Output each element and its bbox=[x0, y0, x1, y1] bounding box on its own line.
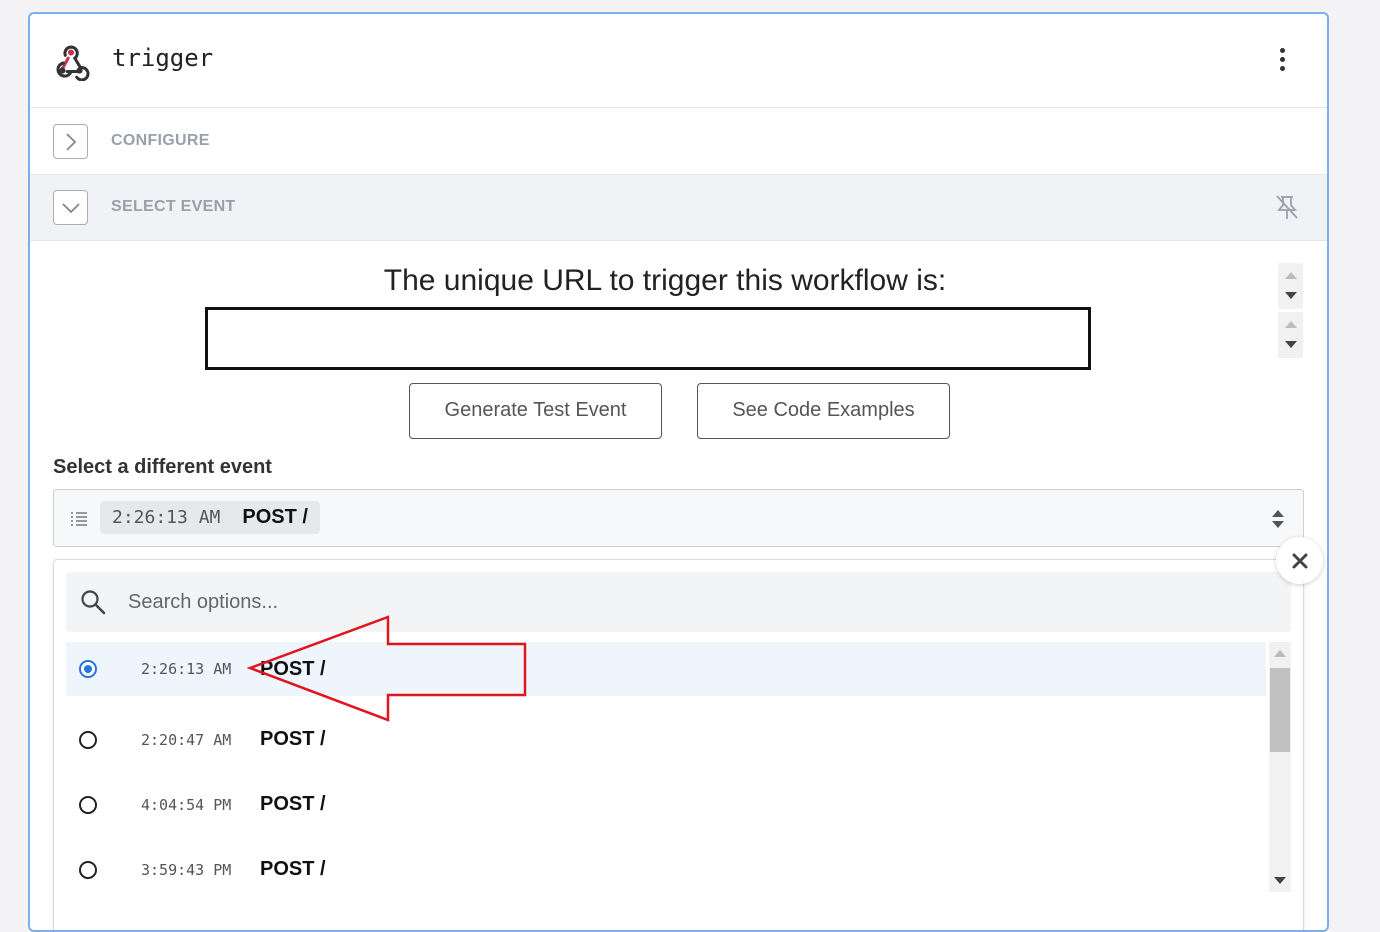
radio-unselected[interactable] bbox=[79, 860, 97, 879]
kebab-menu-icon[interactable] bbox=[1277, 48, 1287, 78]
event-options-dropdown: 2:26:13 AM POST / 2:20:47 AM POST / 4:04… bbox=[53, 559, 1304, 930]
pin-off-icon[interactable] bbox=[1273, 193, 1301, 221]
select-event-label: SELECT EVENT bbox=[111, 198, 236, 215]
option-request: POST / bbox=[260, 858, 326, 880]
webhook-icon bbox=[56, 45, 90, 81]
configure-expand-button[interactable] bbox=[53, 124, 88, 159]
search-input[interactable] bbox=[126, 582, 1266, 622]
url-heading: The unique URL to trigger this workflow … bbox=[383, 264, 947, 297]
configure-section[interactable]: CONFIGURE bbox=[30, 109, 1327, 175]
sort-updown-icon bbox=[1272, 510, 1284, 528]
scroll-spinner-top[interactable] bbox=[1278, 263, 1303, 309]
close-dropdown-button[interactable] bbox=[1276, 537, 1323, 584]
option-item[interactable]: 2:20:47 AM POST / bbox=[66, 707, 1266, 772]
step-header: trigger bbox=[30, 14, 1327, 108]
selected-event-chip: 2:26:13 AM POST / bbox=[100, 501, 320, 534]
scroll-spinner-bottom[interactable] bbox=[1278, 312, 1303, 358]
selected-event-request: POST / bbox=[242, 506, 308, 528]
option-time: 4:04:54 PM bbox=[141, 795, 232, 814]
search-icon bbox=[81, 590, 106, 615]
search-bar bbox=[66, 572, 1291, 632]
select-event-body: The unique URL to trigger this workflow … bbox=[30, 241, 1327, 930]
generate-test-event-button[interactable]: Generate Test Event bbox=[409, 383, 662, 439]
scrollbar-thumb[interactable] bbox=[1270, 668, 1290, 752]
workflow-step-card: trigger CONFIGURE SELECT EVENT The uniqu… bbox=[28, 12, 1329, 932]
configure-label: CONFIGURE bbox=[111, 132, 210, 149]
select-event-section[interactable]: SELECT EVENT bbox=[30, 175, 1327, 241]
chevron-right-icon bbox=[65, 132, 76, 151]
option-request: POST / bbox=[260, 793, 326, 815]
radio-unselected[interactable] bbox=[79, 795, 97, 814]
see-code-examples-button[interactable]: See Code Examples bbox=[697, 383, 950, 439]
select-event-collapse-button[interactable] bbox=[53, 190, 88, 225]
webhook-url-field[interactable] bbox=[205, 307, 1091, 370]
option-time: 2:20:47 AM bbox=[141, 730, 232, 749]
radio-selected[interactable] bbox=[79, 660, 97, 678]
close-icon bbox=[1292, 553, 1307, 568]
select-event-heading: Select a different event bbox=[53, 456, 272, 478]
list-icon bbox=[71, 512, 87, 526]
option-item[interactable]: 3:59:43 PM POST / bbox=[66, 837, 1266, 902]
event-select[interactable]: 2:26:13 AM POST / bbox=[53, 489, 1304, 547]
options-list: 2:26:13 AM POST / 2:20:47 AM POST / 4:04… bbox=[66, 642, 1266, 930]
step-title: trigger bbox=[112, 44, 214, 72]
chevron-down-icon bbox=[61, 202, 80, 213]
option-request: POST / bbox=[260, 728, 326, 750]
option-request: POST / bbox=[260, 657, 326, 680]
selected-event-time: 2:26:13 AM bbox=[112, 507, 221, 528]
option-time: 2:26:13 AM bbox=[141, 660, 232, 678]
options-scrollbar[interactable] bbox=[1269, 642, 1291, 892]
radio-unselected[interactable] bbox=[79, 730, 97, 749]
option-time: 3:59:43 PM bbox=[141, 860, 232, 879]
option-item[interactable]: 2:26:13 AM POST / bbox=[66, 642, 1266, 696]
option-item[interactable]: 4:04:54 PM POST / bbox=[66, 772, 1266, 837]
